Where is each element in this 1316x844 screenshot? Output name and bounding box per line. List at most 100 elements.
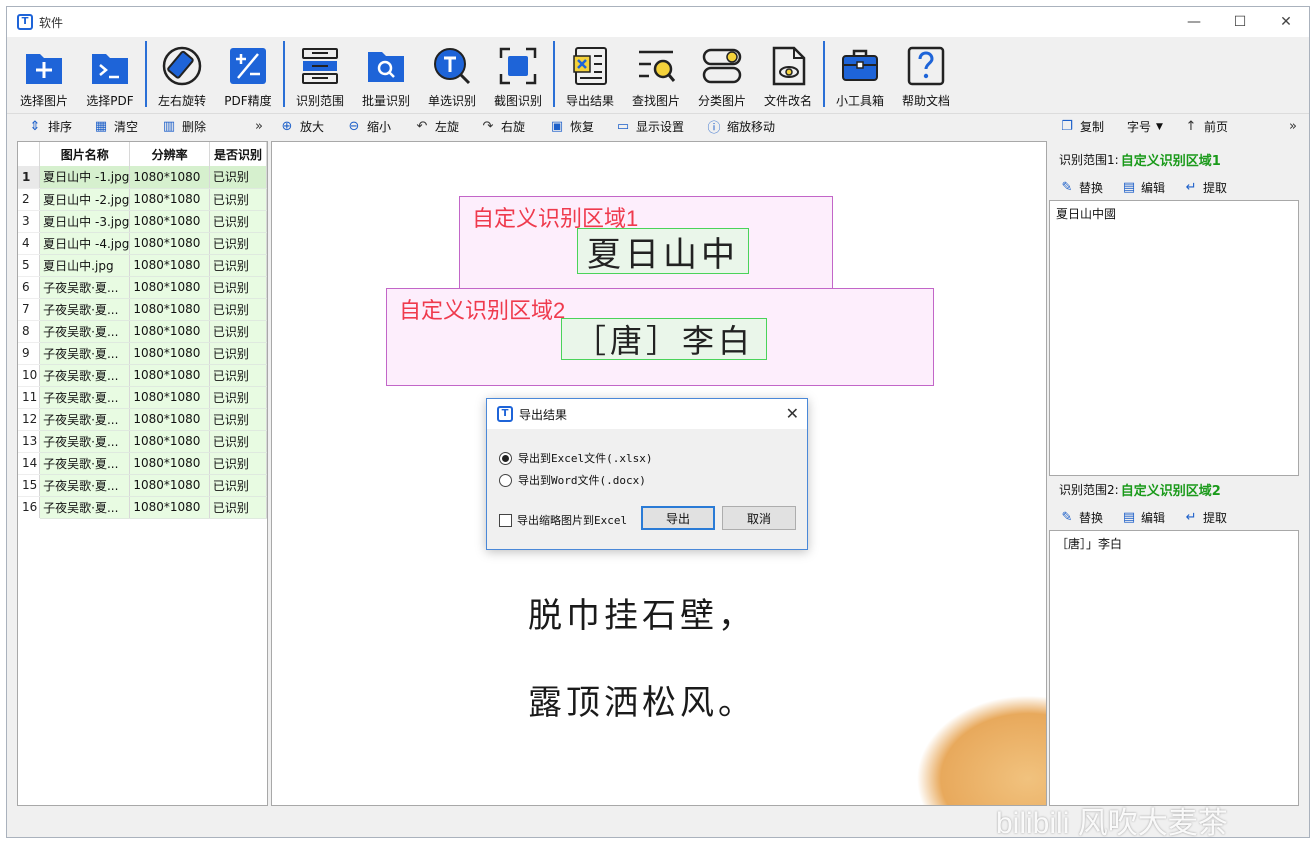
table-row[interactable]: 5 夏日山中.jpg 1080*1080 已识别	[18, 254, 267, 277]
table-row[interactable]: 14 子夜吴歌·夏... 1080*1080 已识别	[18, 452, 267, 475]
table-row[interactable]: 12 子夜吴歌·夏... 1080*1080 已识别	[18, 408, 267, 431]
minimize-button[interactable]: —	[1171, 7, 1217, 37]
column-header[interactable]: 是否识别	[209, 142, 267, 166]
recognized-status-cell: 已识别	[209, 408, 267, 431]
resolution-cell: 1080*1080	[129, 166, 210, 189]
zoom-in-button[interactable]: ⊕ 放大	[279, 118, 324, 135]
recognized-status-cell: 已识别	[209, 232, 267, 255]
table-row[interactable]: 3 夏日山中 -3.jpg 1080*1080 已识别	[18, 210, 267, 233]
find-image-button[interactable]: 查找图片	[623, 37, 689, 111]
recognized-status-cell: 已识别	[209, 166, 267, 189]
classify-image-icon	[700, 44, 744, 88]
zoom-out-icon: ⊖	[348, 119, 360, 134]
table-row[interactable]: 9 子夜吴歌·夏... 1080*1080 已识别	[18, 342, 267, 365]
recognition-range-icon	[298, 44, 342, 88]
zoom-out-button[interactable]: ⊖ 缩小	[346, 118, 391, 135]
screenshot-recognize-icon	[496, 44, 540, 88]
table-row[interactable]: 6 子夜吴歌·夏... 1080*1080 已识别	[18, 276, 267, 299]
edit-button[interactable]: ▤ 编辑	[1121, 509, 1165, 526]
export-button[interactable]: 导出	[641, 506, 715, 530]
toolbox-button[interactable]: 小工具箱	[827, 37, 893, 111]
export-word-radio[interactable]: 导出到Word文件(.docx)	[499, 472, 646, 488]
range-1-text[interactable]: 夏日山中國	[1049, 200, 1299, 476]
column-header[interactable]: 分辨率	[129, 142, 210, 166]
column-header[interactable]: 图片名称	[39, 142, 131, 166]
dialog-close-button[interactable]: ✕	[786, 404, 799, 423]
table-row[interactable]: 11 子夜吴歌·夏... 1080*1080 已识别	[18, 386, 267, 409]
export-thumbnail-checkbox[interactable]: 导出缩略图片到Excel	[499, 512, 627, 528]
batch-recognize-button[interactable]: 批量识别	[353, 37, 419, 111]
table-row[interactable]: 2 夏日山中 -2.jpg 1080*1080 已识别	[18, 188, 267, 211]
classify-image-button[interactable]: 分类图片	[689, 37, 755, 111]
prev-page-button[interactable]: ↑ 前页	[1183, 118, 1228, 135]
replace-button[interactable]: ✎ 替换	[1059, 509, 1103, 526]
restore-icon: ▣	[550, 119, 564, 134]
range-1-tools: ✎ 替换 ▤ 编辑 ↵ 提取	[1049, 175, 1300, 199]
background-photo-corner	[916, 695, 1046, 805]
sort-button[interactable]: ⇕ 排序	[27, 118, 72, 135]
help-button[interactable]: 帮助文档	[893, 37, 959, 111]
zoom-move-button[interactable]: ⓘ 缩放移动	[706, 118, 775, 136]
toolbar-separator	[553, 41, 555, 107]
more-right-chevron[interactable]: »	[1289, 119, 1297, 134]
export-result-button[interactable]: 导出结果	[557, 37, 623, 111]
resolution-cell: 1080*1080	[129, 210, 210, 233]
image-name-cell: 子夜吴歌·夏...	[39, 320, 131, 343]
clear-button[interactable]: ▦ 清空	[93, 118, 138, 135]
recognition-range-button[interactable]: 识别范围	[287, 37, 353, 111]
replace-button[interactable]: ✎ 替换	[1059, 179, 1103, 196]
table-row[interactable]: 1 夏日山中 -1.jpg 1080*1080 已识别	[18, 166, 267, 189]
select-image-button[interactable]: 选择图片	[11, 37, 77, 111]
table-row[interactable]: 10 子夜吴歌·夏... 1080*1080 已识别	[18, 364, 267, 387]
range-2-title: 识别范围2: 自定义识别区域2	[1059, 482, 1221, 499]
more-left-chevron[interactable]: »	[255, 119, 263, 134]
image-name-cell: 子夜吴歌·夏...	[39, 364, 131, 387]
rotate-right-button[interactable]: ↷ 右旋	[480, 118, 525, 135]
rotate-button[interactable]: 左右旋转	[149, 37, 215, 111]
table-row[interactable]: 7 子夜吴歌·夏... 1080*1080 已识别	[18, 298, 267, 321]
dialog-title-bar: T 导出结果 ✕	[487, 399, 807, 429]
table-row[interactable]: 16 子夜吴歌·夏... 1080*1080 已识别	[18, 496, 267, 519]
edit-button[interactable]: ▤ 编辑	[1121, 179, 1165, 196]
row-number-cell: 8	[18, 320, 41, 343]
ocr-box-2[interactable]: ［唐］李白	[561, 318, 767, 360]
row-number-cell: 2	[18, 188, 41, 211]
rotate-left-button[interactable]: ↶ 左旋	[414, 118, 459, 135]
pdf-precision-button[interactable]: PDF精度	[215, 37, 281, 111]
ocr-box-1[interactable]: 夏日山中	[577, 228, 749, 275]
wand-icon: ✎	[1061, 179, 1073, 195]
extract-button[interactable]: ↵ 提取	[1183, 179, 1227, 196]
display-settings-button[interactable]: ▭ 显示设置	[615, 118, 684, 135]
screenshot-recognize-button[interactable]: 截图识别	[485, 37, 551, 111]
resolution-cell: 1080*1080	[129, 364, 210, 387]
recognized-status-cell: 已识别	[209, 452, 267, 475]
copy-button[interactable]: ❐ 复制	[1059, 118, 1104, 135]
watermark: bilibili 风吹大麦茶	[996, 807, 1228, 840]
image-name-cell: 夏日山中 -2.jpg	[39, 188, 131, 211]
single-recognize-button[interactable]: 单选识别	[419, 37, 485, 111]
result-panel: 识别范围1: 自定义识别区域1 ✎ 替换 ▤ 编辑 ↵ 提取 夏日山中國 识别范围2: 自…	[1049, 141, 1300, 806]
cancel-button[interactable]: 取消	[722, 506, 796, 530]
delete-button[interactable]: ▥ 删除	[161, 118, 206, 135]
image-name-cell: 子夜吴歌·夏...	[39, 408, 131, 431]
extract-button[interactable]: ↵ 提取	[1183, 509, 1227, 526]
table-row[interactable]: 4 夏日山中 -4.jpg 1080*1080 已识别	[18, 232, 267, 255]
row-number-cell: 14	[18, 452, 41, 475]
table-row[interactable]: 13 子夜吴歌·夏... 1080*1080 已识别	[18, 430, 267, 453]
maximize-button[interactable]: ☐	[1217, 7, 1263, 37]
pdf-folder-icon	[88, 44, 132, 88]
select-pdf-button[interactable]: 选择PDF	[77, 37, 143, 111]
close-button[interactable]: ✕	[1263, 7, 1309, 37]
radio-circle	[499, 451, 512, 465]
restore-button[interactable]: ▣ 恢复	[549, 118, 594, 135]
range-2-text[interactable]: ［唐］」李白	[1049, 530, 1299, 806]
recognized-status-cell: 已识别	[209, 342, 267, 365]
image-name-cell: 子夜吴歌·夏...	[39, 452, 131, 475]
rename-file-button[interactable]: 文件改名	[755, 37, 821, 111]
table-row[interactable]: 15 子夜吴歌·夏... 1080*1080 已识别	[18, 474, 267, 497]
row-number-cell: 6	[18, 276, 41, 299]
font-size-dropdown[interactable]: 字号 ▼	[1127, 118, 1163, 135]
export-excel-radio[interactable]: 导出到Excel文件(.xlsx)	[499, 450, 652, 466]
table-row[interactable]: 8 子夜吴歌·夏... 1080*1080 已识别	[18, 320, 267, 343]
row-number-cell: 10	[18, 364, 41, 387]
